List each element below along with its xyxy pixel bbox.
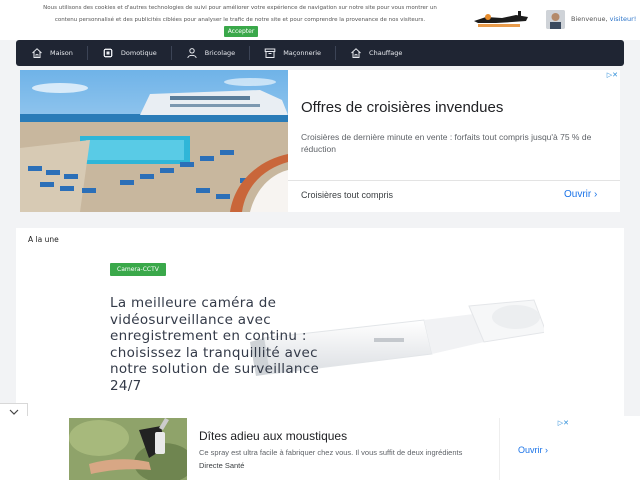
nav-label: Bricolage xyxy=(204,49,236,57)
welcome-text: Bienvenue, visiteur! xyxy=(571,15,636,23)
page: Nous utilisons des cookies et d'autres t… xyxy=(0,0,640,480)
ad-title[interactable]: Offres de croisières invendues xyxy=(301,99,503,116)
ad-brand: Directe Santé xyxy=(199,461,245,470)
cruise-ad[interactable]: Offres de croisières invendues Croisière… xyxy=(20,70,620,212)
article-headline[interactable]: La meilleure caméra de vidéosurveillance… xyxy=(110,295,350,394)
accept-cookies-button[interactable]: Accepter xyxy=(224,26,258,37)
cookie-text-line2: contenu personnalisé et des publicités c… xyxy=(54,17,426,23)
user-photo-icon xyxy=(546,10,565,29)
welcome-label: Bienvenue, xyxy=(571,15,608,23)
user-link[interactable]: visiteur! xyxy=(610,15,637,23)
person-icon xyxy=(187,48,197,59)
section-title: A la une xyxy=(28,235,59,244)
cookie-text-line1: Nous utilisons des cookies et d'autres t… xyxy=(43,5,437,11)
nav-item-chauffage[interactable]: Chauffage xyxy=(335,40,416,66)
ad-title[interactable]: Dîtes adieu aux moustiques xyxy=(199,429,347,443)
chevron-right-icon: › xyxy=(594,189,598,200)
box-icon xyxy=(264,48,276,58)
nav-label: Domotique xyxy=(120,49,157,57)
nav-label: Maison xyxy=(50,49,73,57)
house-icon xyxy=(32,48,42,58)
chip-icon xyxy=(102,48,113,58)
adchoices-icon[interactable]: ▷✕ xyxy=(607,71,618,79)
avatar[interactable] xyxy=(546,10,565,29)
bricolage-logo[interactable] xyxy=(472,11,530,29)
ad-divider xyxy=(499,418,500,480)
nav-item-maconnerie[interactable]: Maçonnerie xyxy=(249,40,335,66)
featured-section: A la une Camera-CCTV La meilleure caméra… xyxy=(16,228,624,428)
cruise-ship-image xyxy=(20,70,288,212)
ad-open-button[interactable]: Ouvrir › xyxy=(564,189,597,200)
bottom-ad-bar: Dîtes adieu aux moustiques Ce spray est … xyxy=(0,416,640,480)
chevron-right-icon: › xyxy=(545,445,549,455)
adchoices-icon[interactable]: ▷✕ xyxy=(558,419,569,427)
nav-item-domotique[interactable]: Domotique xyxy=(86,40,171,66)
ad-description: Ce spray est ultra facile à fabriquer ch… xyxy=(199,448,463,457)
ad-brand: Croisières tout compris xyxy=(301,190,394,200)
nav-label: Maçonnerie xyxy=(283,49,322,57)
open-label: Ouvrir xyxy=(564,189,592,200)
nav-item-bricolage[interactable]: Bricolage xyxy=(170,40,249,66)
house-icon xyxy=(351,48,361,58)
cookie-banner: Nous utilisons des cookies et d'autres t… xyxy=(20,2,460,26)
top-bar: Nous utilisons des cookies et d'autres t… xyxy=(0,0,640,40)
nav-label: Chauffage xyxy=(369,49,403,57)
ad-divider xyxy=(288,180,620,181)
spray-photo-image xyxy=(69,418,187,480)
mosquito-ad[interactable]: Dîtes adieu aux moustiques Ce spray est … xyxy=(69,418,571,480)
main-nav: Maison Domotique Bricolage Maçonnerie Ch… xyxy=(16,40,624,66)
open-label: Ouvrir xyxy=(518,445,543,455)
category-tag[interactable]: Camera-CCTV xyxy=(110,263,166,276)
collapse-ad-button[interactable] xyxy=(0,403,28,416)
ad-open-button[interactable]: Ouvrir › xyxy=(518,445,548,455)
ad-description: Croisières de dernière minute en vente :… xyxy=(301,132,592,154)
nav-item-maison[interactable]: Maison xyxy=(16,40,87,66)
